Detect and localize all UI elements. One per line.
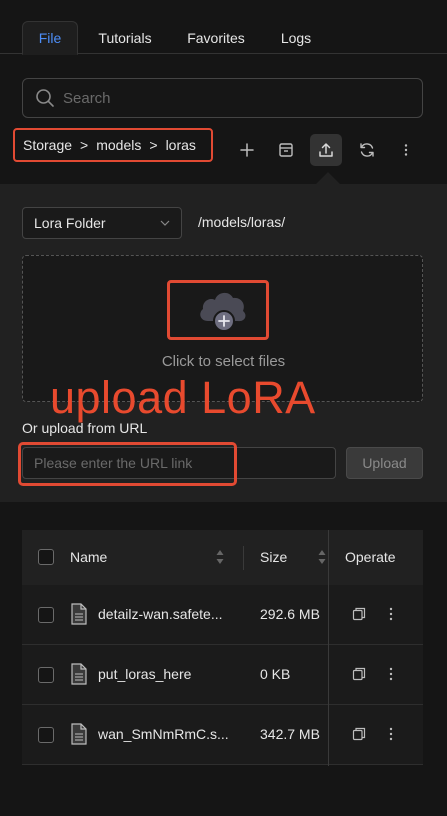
table-row[interactable]: detailz-wan.safete... 292.6 MB [22, 585, 423, 645]
archive-icon [279, 143, 293, 157]
folder-select[interactable]: Lora Folder [22, 207, 182, 239]
row-checkbox[interactable] [38, 607, 54, 623]
copy-icon[interactable] [352, 727, 366, 741]
column-divider [328, 530, 329, 766]
column-divider [243, 546, 244, 570]
dropzone-text: Click to select files [161, 353, 286, 370]
breadcrumb-item-storage[interactable]: Storage [23, 137, 72, 153]
url-upload-button[interactable]: Upload [346, 447, 423, 479]
breadcrumb-separator: > [149, 137, 158, 153]
tab-file[interactable]: File [22, 21, 78, 55]
search-bar[interactable] [22, 78, 423, 118]
column-header-name[interactable]: Name [70, 549, 107, 565]
file-size: 342.7 MB [260, 726, 320, 742]
copy-icon[interactable] [352, 607, 366, 621]
breadcrumb-item-loras[interactable]: loras [166, 137, 196, 153]
breadcrumb: Storage > models > loras [13, 128, 213, 162]
file-table: Name Size Operate detailz-wan.safete... … [22, 530, 423, 766]
tab-logs[interactable]: Logs [270, 21, 322, 55]
table-row[interactable]: put_loras_here 0 KB [22, 645, 423, 705]
cloud-upload-icon[interactable] [196, 287, 248, 333]
folder-select-value: Lora Folder [34, 215, 106, 231]
file-name[interactable]: detailz-wan.safete... [98, 606, 223, 622]
file-size: 292.6 MB [260, 606, 320, 622]
file-size: 0 KB [260, 666, 291, 682]
column-header-size[interactable]: Size [260, 549, 287, 565]
archive-button[interactable] [270, 134, 302, 166]
more-vertical-icon[interactable] [387, 725, 395, 743]
sort-icon[interactable] [317, 548, 327, 566]
tab-favorites[interactable]: Favorites [176, 21, 256, 55]
more-button[interactable] [390, 134, 422, 166]
tab-bar: File Tutorials Favorites Logs [0, 0, 447, 55]
refresh-button[interactable] [351, 134, 383, 166]
plus-icon [240, 143, 254, 157]
file-icon [71, 723, 87, 745]
more-vertical-icon[interactable] [387, 665, 395, 683]
search-icon [36, 89, 54, 107]
sort-icon[interactable] [215, 548, 225, 566]
file-name[interactable]: wan_SmNmRmC.s... [98, 726, 229, 742]
url-input[interactable] [22, 447, 336, 479]
table-header: Name Size Operate [22, 530, 423, 585]
select-all-checkbox[interactable] [38, 549, 54, 565]
copy-icon[interactable] [352, 667, 366, 681]
url-upload-label: Or upload from URL [22, 420, 148, 436]
more-vertical-icon[interactable] [387, 605, 395, 623]
column-header-operate: Operate [345, 549, 396, 565]
breadcrumb-item-models[interactable]: models [96, 137, 141, 153]
row-checkbox[interactable] [38, 727, 54, 743]
more-vertical-icon [404, 144, 408, 156]
file-icon [71, 603, 87, 625]
file-name[interactable]: put_loras_here [98, 666, 191, 682]
annotation-upload-lora: upload LoRA [50, 372, 316, 423]
upload-button[interactable] [310, 134, 342, 166]
file-icon [71, 663, 87, 685]
table-row[interactable]: wan_SmNmRmC.s... 342.7 MB [22, 705, 423, 765]
row-checkbox[interactable] [38, 667, 54, 683]
breadcrumb-separator: > [80, 137, 89, 153]
new-folder-button[interactable] [231, 134, 263, 166]
refresh-icon [360, 143, 374, 157]
search-input[interactable] [63, 89, 403, 107]
tab-tutorials[interactable]: Tutorials [86, 21, 164, 55]
panel-pointer [316, 172, 340, 184]
upload-icon [319, 143, 333, 157]
chevron-down-icon [160, 220, 170, 226]
folder-path: /models/loras/ [198, 214, 286, 230]
